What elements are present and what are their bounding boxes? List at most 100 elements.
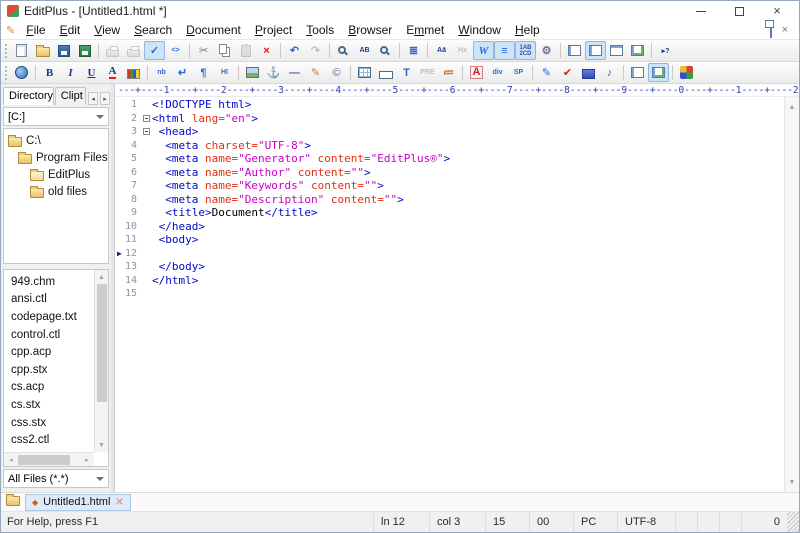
open-file-button[interactable] — [32, 41, 53, 60]
edit-tag-button[interactable]: ✎ — [305, 63, 326, 82]
menu-edit[interactable]: Edit — [53, 22, 88, 38]
find-in-files-button[interactable] — [375, 41, 396, 60]
document-tab[interactable]: ◆ Untitled1.html ✕ — [25, 494, 131, 511]
vscroll-thumb[interactable] — [97, 284, 107, 402]
tree-item[interactable]: EditPlus — [4, 166, 108, 183]
heading-button[interactable]: Hī — [214, 63, 235, 82]
center-text-button[interactable]: T — [396, 63, 417, 82]
auto-indent-button[interactable]: ≡ — [494, 41, 515, 60]
toolbar-grip[interactable] — [5, 44, 7, 58]
code-line[interactable]: 1<!DOCTYPE html> — [115, 98, 784, 112]
copy-button[interactable] — [214, 41, 235, 60]
file-item[interactable]: cpp.stx — [4, 361, 94, 379]
paragraph-button[interactable]: ¶ — [193, 63, 214, 82]
editor-vscrollbar[interactable]: ▲ ▼ — [784, 97, 799, 492]
file-item[interactable]: cs.stx — [4, 396, 94, 414]
image-button[interactable] — [242, 63, 263, 82]
nbsp-button[interactable]: nb — [151, 63, 172, 82]
code-line[interactable]: 5 <meta name="Generator" content="EditPl… — [115, 152, 784, 166]
anchor-button[interactable]: ⚓ — [263, 63, 284, 82]
replace-button[interactable]: AB — [354, 41, 375, 60]
word-wrap-button[interactable]: W — [473, 41, 494, 60]
code-line[interactable]: 9 <title>Document</title> — [115, 206, 784, 220]
goto-line-button[interactable]: ≣ — [403, 41, 424, 60]
menu-emmet[interactable]: Emmet — [399, 22, 451, 38]
minimize-button[interactable] — [695, 5, 707, 17]
code-line[interactable]: 7 <meta name="Keywords" content=""> — [115, 179, 784, 193]
scroll-down-icon[interactable]: ▼ — [95, 438, 109, 452]
code-line[interactable]: 6 <meta name="Author" content=""> — [115, 166, 784, 180]
tab-scroll-left-button[interactable]: ◂ — [88, 92, 98, 105]
scroll-up-icon[interactable]: ▲ — [785, 100, 799, 114]
hscroll-thumb[interactable] — [18, 455, 70, 465]
drive-select[interactable]: [C:] — [3, 107, 109, 126]
file-item[interactable]: control.ctl — [4, 326, 94, 344]
menu-search[interactable]: Search — [127, 22, 179, 38]
line-number-button[interactable]: 1AB 2CD — [515, 41, 536, 60]
fold-collapse-icon[interactable] — [143, 115, 150, 122]
bold-button[interactable]: B — [39, 63, 60, 82]
list-button[interactable]: ≔ — [438, 63, 459, 82]
mdi-close-button[interactable]: × — [782, 26, 788, 34]
resize-grip[interactable] — [787, 512, 799, 532]
menu-help[interactable]: Help — [508, 22, 547, 38]
folder-icon[interactable] — [6, 496, 20, 506]
cut-button[interactable]: ✂ — [193, 41, 214, 60]
scroll-down-icon[interactable]: ▼ — [785, 475, 799, 489]
file-item[interactable]: cpp.acp — [4, 343, 94, 361]
menu-browser[interactable]: Browser — [341, 22, 399, 38]
file-item[interactable]: cs.acp — [4, 379, 94, 397]
hr-button[interactable]: ― — [284, 63, 305, 82]
syntax-check-button[interactable]: ✔ — [557, 63, 578, 82]
font-button[interactable]: Aā — [431, 41, 452, 60]
script-button[interactable]: ✎ — [536, 63, 557, 82]
print-button[interactable] — [123, 41, 144, 60]
cliptext-window-button[interactable] — [585, 41, 606, 60]
context-help-button[interactable]: ▸? — [655, 41, 676, 60]
file-item[interactable]: css.stx — [4, 414, 94, 432]
italic-button[interactable]: I — [60, 63, 81, 82]
symbol-list-button[interactable] — [648, 63, 669, 82]
toolbar-grip[interactable] — [5, 66, 7, 80]
code-line[interactable]: 13 </body> — [115, 260, 784, 274]
tab-scroll-right-button[interactable]: ▸ — [100, 92, 110, 105]
code-line[interactable]: 10 </head> — [115, 220, 784, 234]
menu-view[interactable]: View — [87, 22, 127, 38]
hex-view-button[interactable]: Hx — [452, 41, 473, 60]
file-filter-select[interactable]: All Files (*.*) — [3, 469, 109, 488]
undo-button[interactable]: ↶ — [284, 41, 305, 60]
menu-document[interactable]: Document — [179, 22, 248, 38]
code-line[interactable]: 11 <body> — [115, 233, 784, 247]
file-list-vscrollbar[interactable]: ▲ ▼ — [94, 270, 108, 452]
menu-window[interactable]: Window — [451, 22, 508, 38]
tree-item[interactable]: C:\ — [4, 132, 108, 149]
code-line[interactable]: 15 — [115, 287, 784, 301]
save-button[interactable] — [53, 41, 74, 60]
file-item[interactable]: 949.chm — [4, 273, 94, 291]
code-line[interactable]: 4 <meta charset="UTF-8"> — [115, 139, 784, 153]
scroll-left-icon[interactable]: ◂ — [4, 453, 18, 467]
maximize-button[interactable] — [733, 5, 745, 17]
div-tag-button[interactable]: div — [487, 63, 508, 82]
color-picker-button[interactable] — [123, 63, 144, 82]
delete-button[interactable]: × — [256, 41, 277, 60]
code-line[interactable]: 3 <head> — [115, 125, 784, 139]
form-field-button[interactable] — [375, 63, 396, 82]
save-all-button[interactable] — [74, 41, 95, 60]
tab-cliptext[interactable]: Clipt — [55, 87, 86, 105]
fold-collapse-icon[interactable] — [143, 128, 150, 135]
file-item[interactable]: css2.ctl — [4, 431, 94, 449]
spell-check-button[interactable]: ✓ — [144, 41, 165, 60]
font-tag-button[interactable]: A — [466, 63, 487, 82]
scroll-up-icon[interactable]: ▲ — [95, 270, 109, 284]
font-color-button[interactable]: A — [102, 63, 123, 82]
code-line[interactable]: 8 <meta name="Description" content=""> — [115, 193, 784, 207]
tab-directory[interactable]: Directory — [3, 87, 54, 105]
menu-project[interactable]: Project — [248, 22, 299, 38]
media-button[interactable] — [578, 63, 599, 82]
underline-button[interactable]: U — [81, 63, 102, 82]
mdi-restore-button[interactable] — [770, 23, 772, 37]
paste-button[interactable] — [235, 41, 256, 60]
tree-item[interactable]: old files — [4, 183, 108, 200]
view-in-browser-button[interactable] — [11, 63, 32, 82]
